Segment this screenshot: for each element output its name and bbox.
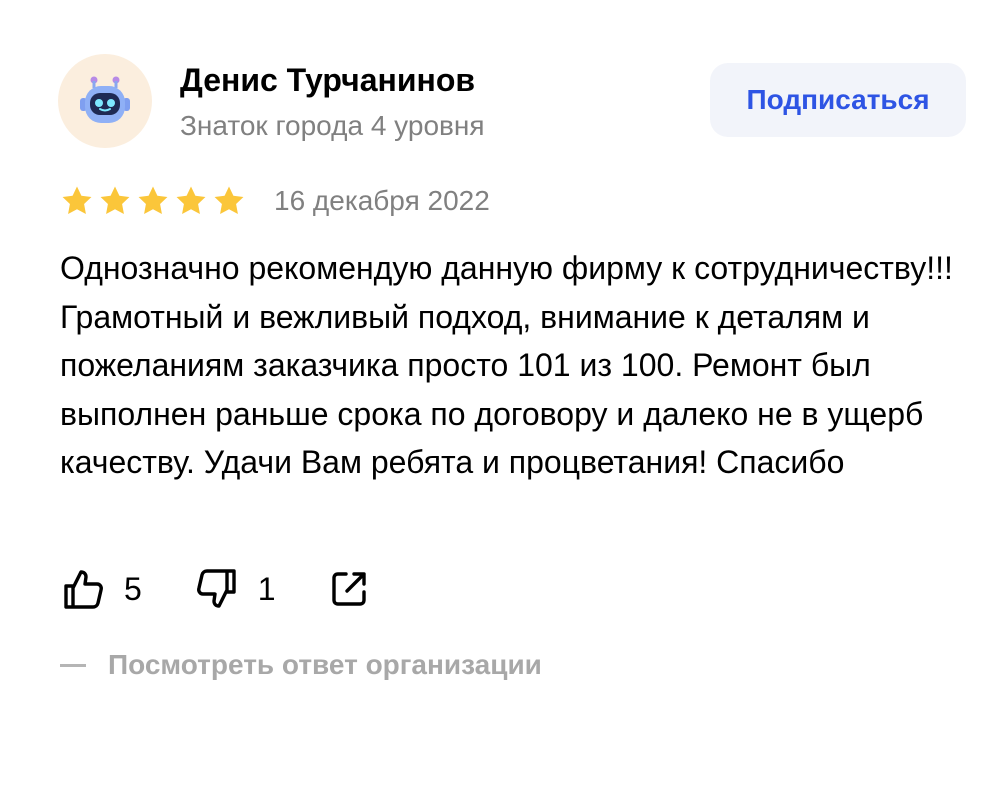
review-card: Денис Турчанинов Знаток города 4 уровня …	[0, 0, 1000, 811]
thumbs-up-icon	[64, 570, 103, 609]
robot-avatar-icon	[80, 76, 130, 123]
star-icon	[214, 186, 244, 215]
dislike-button[interactable]: 1	[194, 566, 276, 612]
avatar[interactable]	[58, 54, 152, 148]
like-count: 5	[124, 571, 142, 607]
thumbs-down-icon	[196, 569, 236, 608]
author-name[interactable]: Денис Турчанинов	[180, 60, 475, 100]
review-text: Однозначно рекомендую данную фирму к сот…	[60, 250, 953, 480]
dislike-count: 1	[257, 571, 276, 607]
share-icon	[331, 572, 366, 606]
review-date: 16 декабря 2022	[274, 185, 490, 216]
share-button[interactable]	[328, 568, 370, 610]
star-icon	[138, 186, 168, 215]
view-org-response-link[interactable]: Посмотреть ответ организации	[60, 647, 542, 683]
star-icon	[100, 186, 130, 215]
subscribe-button[interactable]: Подписаться	[710, 63, 966, 137]
view-org-response-label: Посмотреть ответ организации	[108, 649, 542, 680]
star-icon	[62, 186, 92, 215]
rating-stars	[60, 184, 246, 218]
dash-divider	[60, 663, 86, 667]
review-actions: 5 1	[60, 564, 370, 614]
like-button[interactable]: 5	[60, 566, 142, 612]
star-icon	[176, 186, 206, 215]
author-level: Знаток города 4 уровня	[180, 110, 485, 141]
